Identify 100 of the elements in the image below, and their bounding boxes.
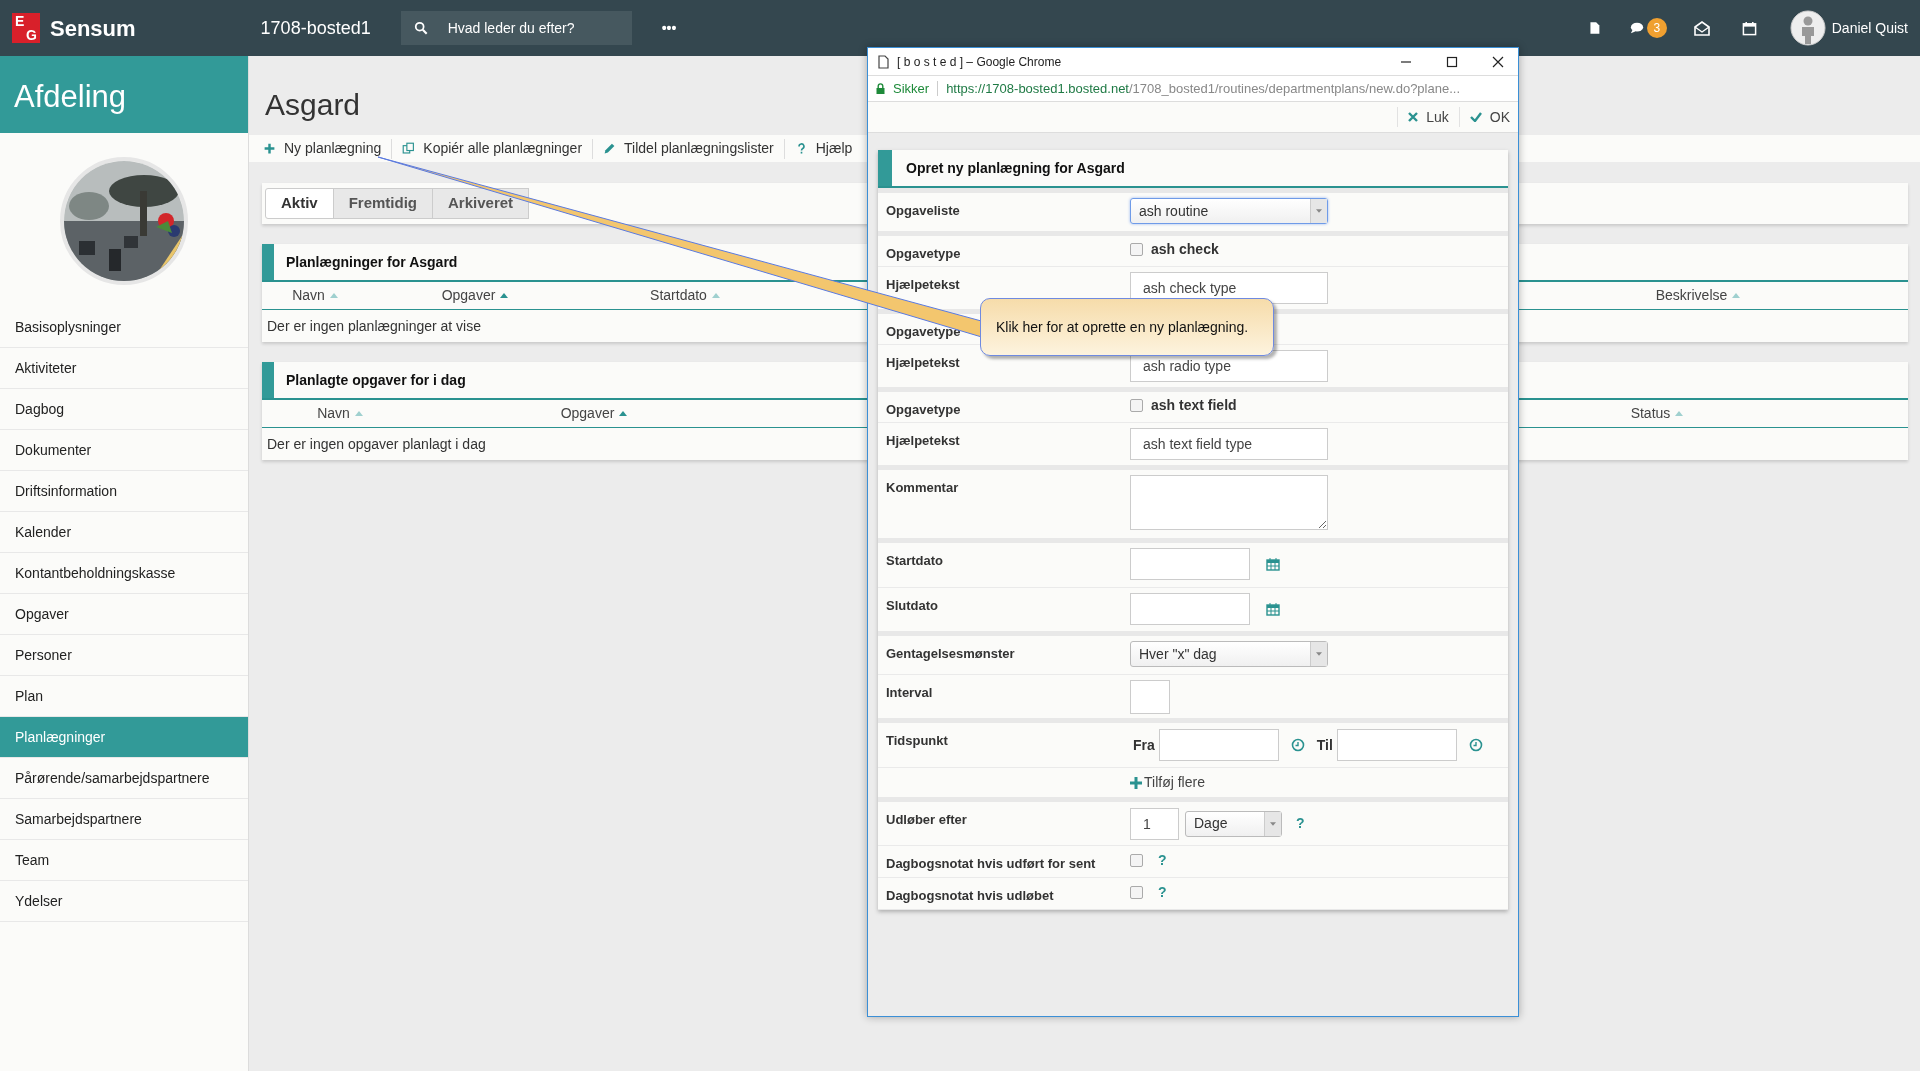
field-label: Gentagelsesmønster bbox=[886, 646, 1015, 661]
search-field[interactable]: Hvad leder du efter? bbox=[400, 11, 632, 45]
dropdown[interactable]: Dage bbox=[1185, 810, 1282, 837]
field-label: Opgavetype bbox=[886, 324, 961, 339]
field-label: Hjælpetekst bbox=[886, 355, 960, 370]
calendar-icon[interactable] bbox=[1741, 20, 1757, 36]
input-field[interactable]: ash text field type bbox=[1130, 428, 1328, 460]
sidebar-item[interactable]: Dagbog bbox=[0, 389, 248, 430]
field-label: Hjælpetekst bbox=[886, 433, 960, 448]
close-icon bbox=[1408, 112, 1419, 122]
sidebar-item[interactable]: Aktiviteter bbox=[0, 348, 248, 389]
field-label: Opgavetype bbox=[886, 246, 961, 261]
tab[interactable]: Fremtidig bbox=[332, 188, 434, 219]
add-more-link[interactable]: Tilføj flere bbox=[1130, 772, 1205, 793]
input-field[interactable]: 1 bbox=[1130, 807, 1179, 840]
column-header: Opgaver bbox=[560, 403, 628, 424]
field-label: Opgaveliste bbox=[886, 203, 960, 218]
column-header: Startdato bbox=[650, 285, 720, 306]
dialog-button[interactable]: OK bbox=[1469, 106, 1510, 128]
toolbar-link[interactable]: Hjælp bbox=[815, 138, 853, 159]
field-label: Udløber efter bbox=[886, 812, 967, 827]
sidebar-item[interactable]: Team bbox=[0, 840, 248, 881]
sidebar-item[interactable]: Samarbejdspartnere bbox=[0, 799, 248, 840]
sidebar-item[interactable]: Opgaver bbox=[0, 594, 248, 635]
tab[interactable]: Aktiv bbox=[265, 188, 334, 219]
dropdown[interactable]: Hver "x" dag bbox=[1130, 641, 1328, 667]
empty-message: Der er ingen planlægninger at vise bbox=[267, 316, 481, 336]
field-label: Kommentar bbox=[886, 480, 959, 495]
dialog-button[interactable]: Luk bbox=[1408, 106, 1449, 128]
site-name: 1708-bosted1 bbox=[260, 16, 371, 40]
field-label: Tidspunkt bbox=[886, 733, 948, 748]
sidebar-item[interactable]: Dokumenter bbox=[0, 430, 248, 471]
input-field[interactable] bbox=[1130, 680, 1170, 714]
form-title: Opret ny planlægning for Asgard bbox=[906, 158, 1125, 178]
caret-icon bbox=[1264, 811, 1281, 836]
toolbar-link[interactable]: Ny planlægning bbox=[284, 138, 382, 159]
sidebar-item[interactable]: Pårørende/samarbejdspartnere bbox=[0, 758, 248, 799]
caret-icon bbox=[1310, 642, 1327, 666]
field-label: Dagbogsnotat hvis udført for sent bbox=[886, 856, 1096, 871]
input-field[interactable] bbox=[1130, 548, 1250, 580]
option-label: ash check bbox=[1151, 239, 1219, 259]
toolbar-link[interactable]: Tildel planlægningslister bbox=[624, 138, 774, 159]
sidebar-item[interactable]: Personer bbox=[0, 635, 248, 676]
tab[interactable]: Arkiveret bbox=[432, 188, 530, 219]
field-label: Slutdato bbox=[886, 598, 938, 613]
chat-icon[interactable] bbox=[1628, 21, 1645, 35]
input-field[interactable] bbox=[1130, 593, 1250, 625]
maximize-icon[interactable] bbox=[1446, 55, 1458, 68]
field-label: Interval bbox=[886, 685, 933, 700]
caret-icon bbox=[1310, 199, 1327, 223]
window-title: [ b o s t e d ] – Google Chrome bbox=[897, 53, 1062, 71]
sidebar-item[interactable]: Ydelser bbox=[0, 881, 248, 922]
close-icon[interactable] bbox=[1492, 55, 1504, 68]
page-title: Asgard bbox=[265, 88, 361, 121]
checkmark-icon bbox=[1469, 112, 1482, 122]
sidebar-item[interactable]: Kalender bbox=[0, 512, 248, 553]
column-header: Beskrivelse bbox=[1655, 285, 1741, 306]
plus-icon bbox=[1130, 776, 1142, 789]
sidebar-item[interactable]: Kontantbeholdningskasse bbox=[0, 553, 248, 594]
comment-field[interactable] bbox=[1130, 475, 1328, 530]
envelope-icon[interactable] bbox=[1693, 20, 1710, 36]
checkbox[interactable] bbox=[1130, 885, 1143, 899]
clock-icon[interactable] bbox=[1468, 738, 1483, 752]
checkbox[interactable] bbox=[1130, 853, 1143, 867]
field-label: Til bbox=[1316, 735, 1333, 755]
help-link[interactable]: ? bbox=[1296, 813, 1305, 834]
dropdown[interactable]: ash routine bbox=[1130, 198, 1328, 224]
user-avatar-icon[interactable] bbox=[1789, 10, 1826, 46]
column-header: Opgaver bbox=[441, 285, 509, 306]
panel-title: Planlægninger for Asgard bbox=[286, 252, 458, 272]
sidebar-title: Afdeling bbox=[0, 56, 248, 133]
logo-mark: E G bbox=[12, 13, 40, 43]
document-icon bbox=[878, 54, 889, 69]
toolbar-link[interactable]: Kopiér alle planlægninger bbox=[423, 138, 583, 159]
help-link[interactable]: ? bbox=[1158, 881, 1167, 903]
sidebar-item[interactable]: Basisoplysninger bbox=[0, 307, 248, 348]
notification-badge: 3 bbox=[1646, 18, 1667, 38]
tooltip-text: Klik her for at oprette en ny planlægning. bbox=[996, 317, 1249, 337]
search-icon bbox=[413, 21, 428, 35]
field-label: Startdato bbox=[886, 553, 944, 568]
input-field[interactable] bbox=[1158, 729, 1279, 761]
user-name[interactable]: Daniel Quist bbox=[1831, 17, 1908, 39]
field-label: Dagbogsnotat hvis udløbet bbox=[886, 888, 1054, 903]
checkbox[interactable] bbox=[1130, 242, 1143, 256]
input-field[interactable] bbox=[1336, 729, 1457, 761]
clock-icon[interactable] bbox=[1290, 738, 1305, 752]
brand-name: Sensum bbox=[50, 14, 136, 43]
more-button[interactable]: ••• bbox=[661, 17, 677, 39]
field-label: Fra bbox=[1133, 735, 1155, 755]
checkbox[interactable] bbox=[1130, 398, 1143, 412]
help-link[interactable]: ? bbox=[1158, 849, 1167, 871]
plus-icon bbox=[263, 142, 276, 155]
option-label: ash text field bbox=[1151, 395, 1237, 415]
empty-message: Der er ingen opgaver planlagt i dag bbox=[267, 434, 486, 454]
security-label: Sikker bbox=[893, 79, 930, 98]
search-input[interactable]: Hvad leder du efter? bbox=[447, 17, 618, 39]
address-field: https://1708-bosted1.bosted.net/1708_bosted1/routines/departmentplans/new.do?plane... bbox=[946, 78, 1460, 99]
document-icon[interactable] bbox=[1587, 20, 1601, 36]
sidebar-item[interactable]: Driftsinformation bbox=[0, 471, 248, 512]
column-header: Navn bbox=[292, 285, 338, 306]
